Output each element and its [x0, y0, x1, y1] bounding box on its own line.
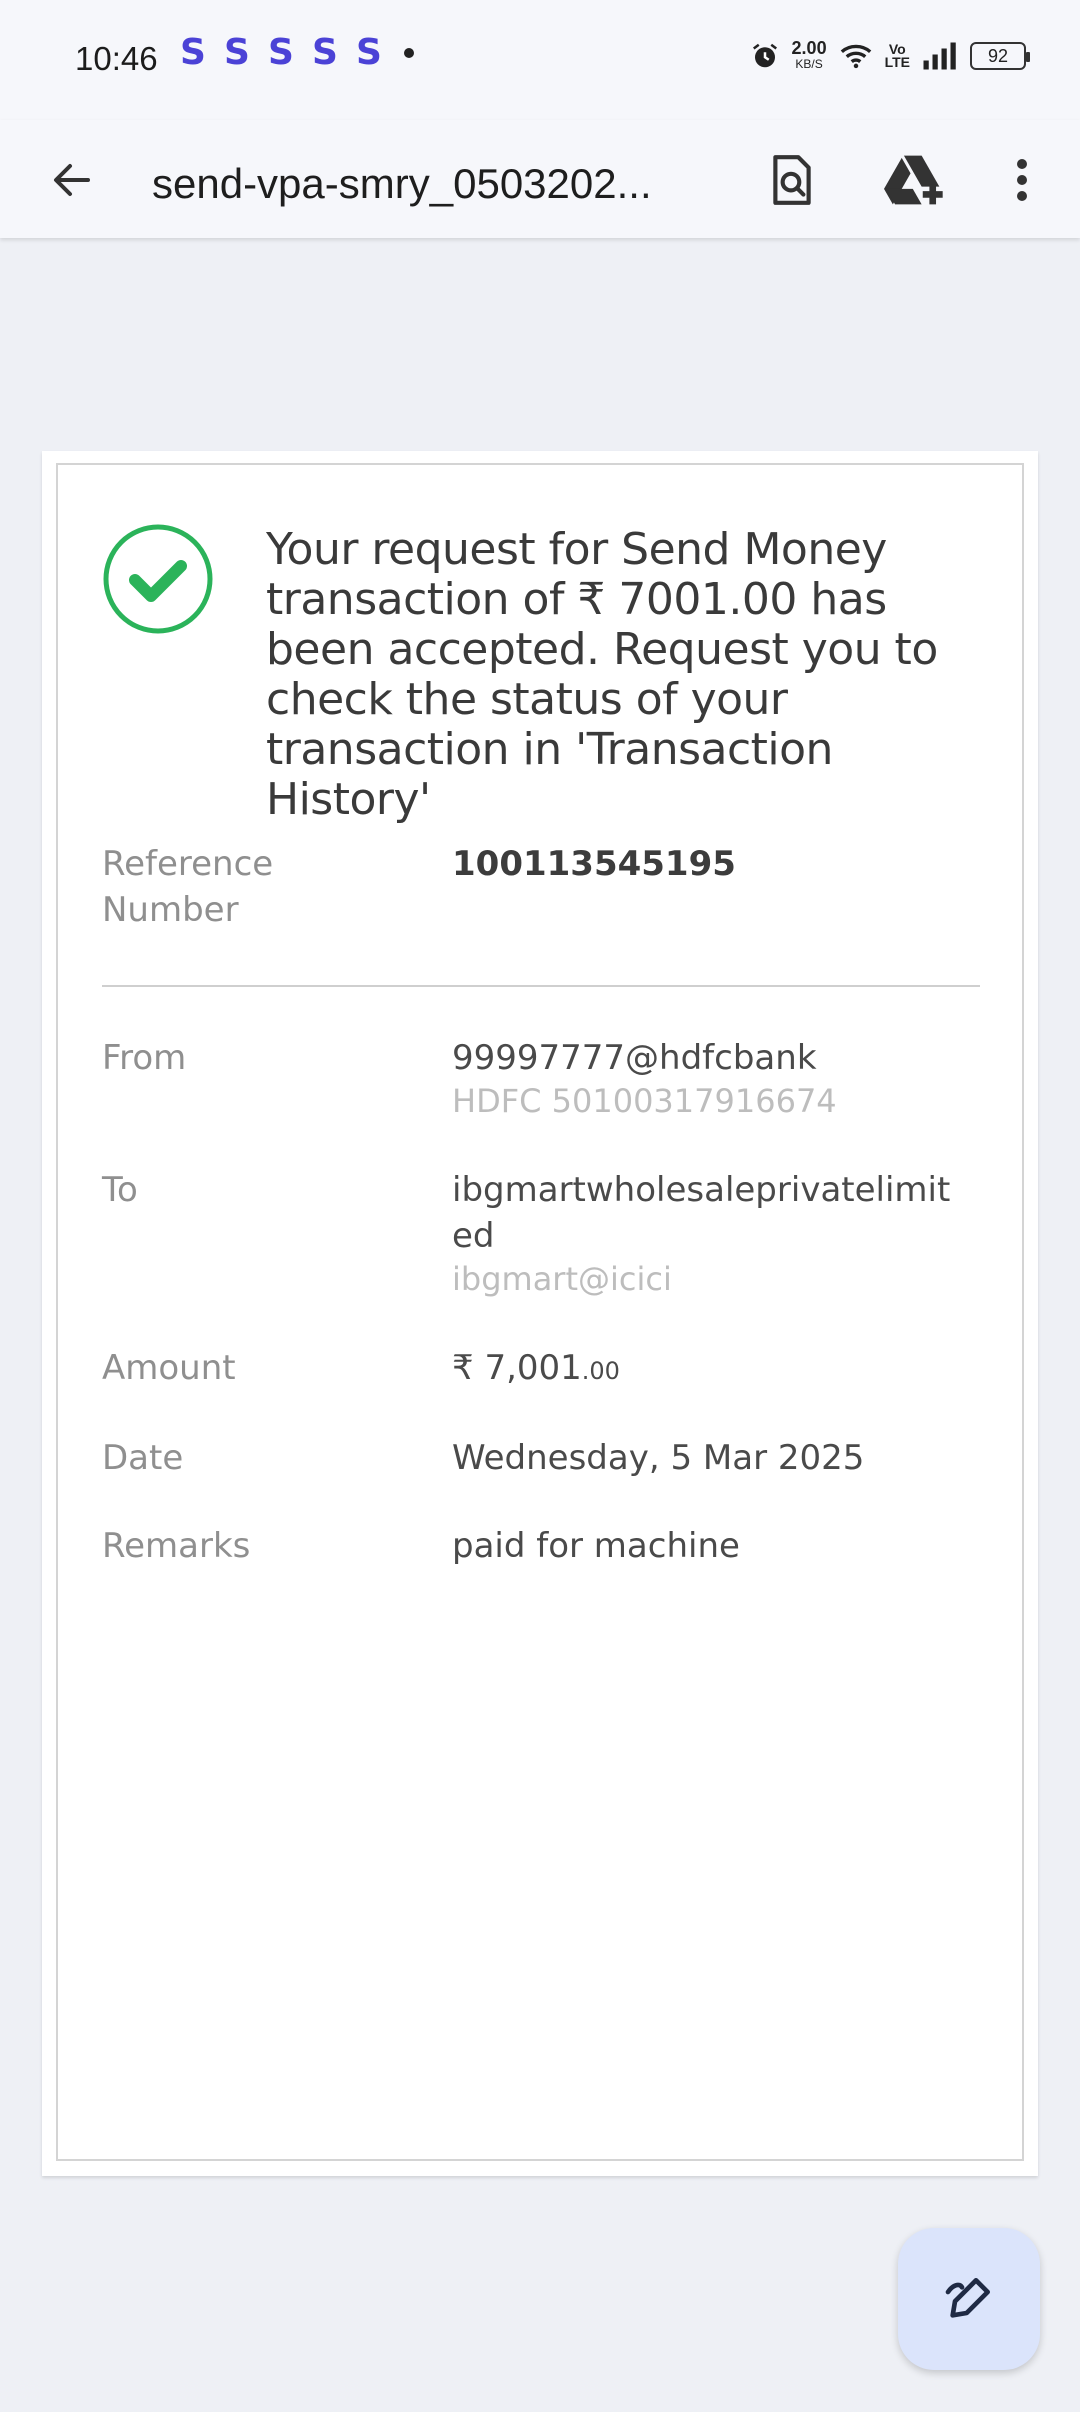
receipt-frame: Your request for Send Money transaction … [56, 463, 1024, 2161]
status-indicators: 2.00 KB/S Vo LTE 92 [750, 38, 1030, 72]
amount-main: ₹ 7,001 [452, 1348, 582, 1388]
status-time: 10:46 [75, 40, 158, 77]
notification-icons: S S S S S [180, 32, 414, 73]
back-button[interactable] [42, 150, 102, 210]
to-vpa: ibgmart@icici [452, 1260, 672, 1298]
drive-add-icon [884, 155, 943, 205]
pdf-page: Your request for Send Money transaction … [42, 451, 1038, 2176]
annotate-fab[interactable] [898, 2228, 1040, 2370]
network-speed: 2.00 KB/S [791, 38, 827, 72]
arrow-back-icon [54, 164, 90, 196]
divider [102, 985, 980, 987]
status-bar: 10:46 S S S S S 2.00 KB/S Vo LTE 92 [0, 0, 1080, 120]
edit-annotate-icon [945, 2278, 990, 2318]
net-speed-unit: KB/S [795, 57, 823, 71]
add-to-drive-button[interactable] [880, 148, 950, 212]
remarks-label: Remarks [102, 1526, 251, 1566]
app-bar: send-vpa-smry_0503202... [0, 120, 1080, 238]
date-value: Wednesday, 5 Mar 2025 [452, 1438, 865, 1478]
from-account: HDFC 50100317916674 [452, 1082, 837, 1120]
more-vert-icon [1017, 159, 1027, 201]
more-notifications-dot [404, 48, 414, 58]
from-label: From [102, 1038, 187, 1078]
find-in-document-button[interactable] [760, 148, 824, 212]
from-vpa: 99997777@hdfcbank [452, 1038, 817, 1078]
app-notification-icon: S [356, 32, 382, 73]
app-notification-icon: S [224, 32, 250, 73]
wifi-icon [840, 44, 871, 69]
more-options-button[interactable] [994, 148, 1050, 212]
app-notification-icon: S [312, 32, 338, 73]
date-label: Date [102, 1438, 184, 1478]
status-message: Your request for Send Money transaction … [266, 524, 938, 825]
volte-indicator: Vo LTE [884, 42, 910, 70]
alarm-icon [752, 43, 777, 68]
remarks-value: paid for machine [452, 1526, 740, 1566]
battery-indicator: 92 [970, 42, 1030, 70]
search-document-icon [773, 155, 811, 205]
net-speed-value: 2.00 [791, 38, 827, 58]
volte-bottom: LTE [884, 54, 910, 70]
signal-icon [923, 42, 956, 70]
reference-label: Reference Number [102, 844, 274, 930]
to-label: To [102, 1170, 138, 1210]
success-check-icon [103, 524, 213, 634]
amount-decimal: .00 [581, 1357, 620, 1385]
to-name: ibgmartwholesaleprivatelimited [452, 1170, 951, 1256]
document-title: send-vpa-smry_0503202... [152, 160, 652, 207]
reference-number: 100113545195 [452, 844, 736, 884]
app-notification-icon: S [268, 32, 294, 73]
app-notification-icon: S [180, 32, 206, 73]
amount-label: Amount [102, 1348, 236, 1388]
amount-value: ₹ 7,001.00 [452, 1345, 1012, 1394]
